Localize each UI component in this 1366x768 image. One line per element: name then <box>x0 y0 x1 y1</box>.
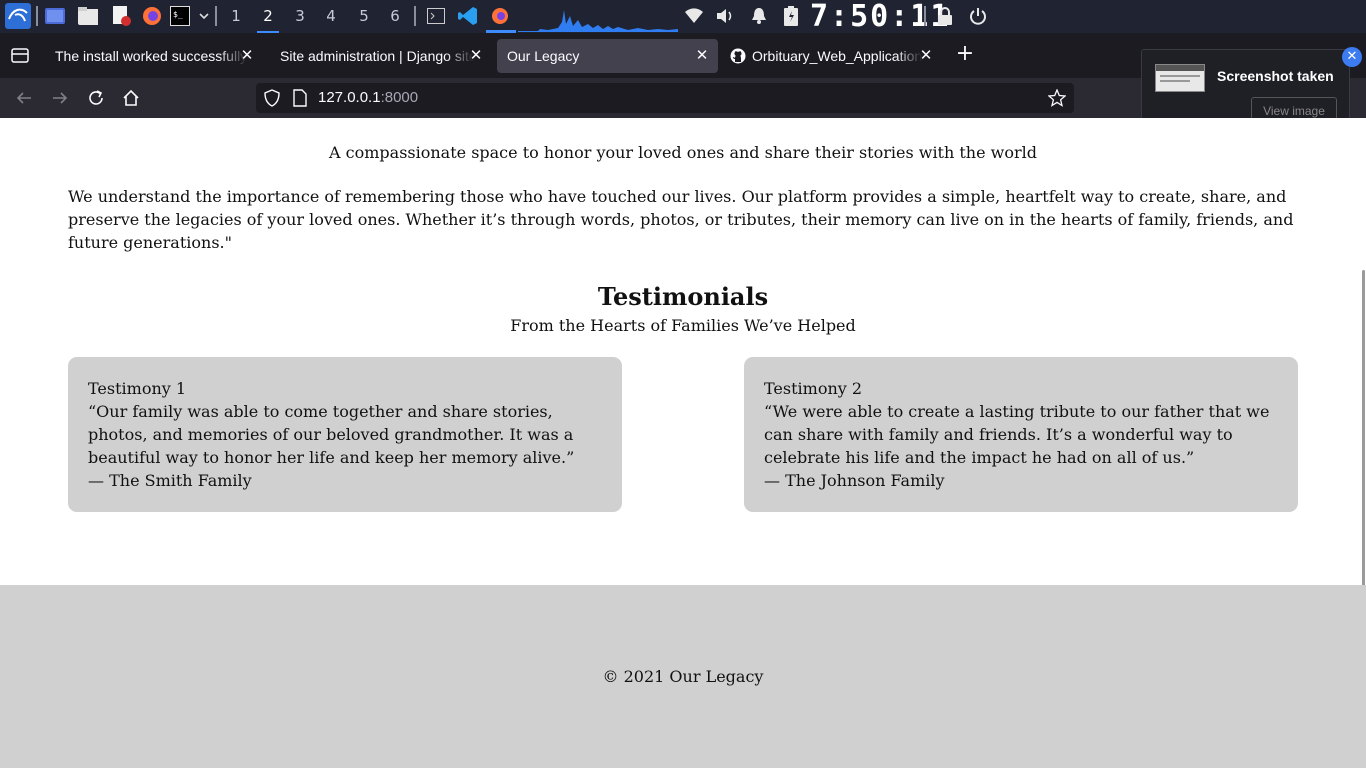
shield-icon[interactable] <box>262 88 282 108</box>
screenshot-thumbnail[interactable] <box>1155 64 1205 92</box>
lock-icon[interactable] <box>935 6 955 26</box>
tab-django-install[interactable]: The install worked successfully! Congrat… <box>45 39 263 73</box>
tab-label: Site administration | Django site admin <box>280 48 474 64</box>
workspace-6[interactable]: 6 <box>384 6 406 28</box>
close-icon[interactable]: ✕ <box>1342 47 1362 67</box>
home-icon[interactable] <box>121 88 141 108</box>
text-editor-icon[interactable] <box>111 6 131 26</box>
workspace-4[interactable]: 4 <box>320 6 342 28</box>
testimonials-heading: Testimonials <box>597 282 769 311</box>
url-text[interactable]: 127.0.0.1:8000 <box>318 89 418 106</box>
back-arrow-icon[interactable] <box>14 88 34 108</box>
url-host: 127.0.0.1 <box>318 89 381 106</box>
testimonial-quote: “Our family was able to come together an… <box>88 402 575 467</box>
workspace-2[interactable]: 2 <box>257 6 279 33</box>
taskbar-separator <box>215 6 217 26</box>
terminal-icon[interactable]: $_ <box>170 6 190 26</box>
page-scrollbar[interactable] <box>1362 270 1365 588</box>
testimonial-author: — The Smith Family <box>88 471 252 490</box>
testimonials-subtitle: From the Hearts of Families We’ve Helped <box>510 316 856 335</box>
github-icon <box>730 48 746 64</box>
close-icon[interactable]: ✕ <box>694 48 710 64</box>
taskbar-separator <box>414 6 416 26</box>
battery-icon <box>781 6 801 26</box>
bookmark-star-icon[interactable] <box>1047 88 1067 108</box>
workspace-1[interactable]: 1 <box>225 6 247 28</box>
terminal-window-icon[interactable] <box>426 6 446 26</box>
vscode-icon[interactable] <box>458 6 478 26</box>
reload-icon[interactable] <box>86 88 106 108</box>
app-launcher-icon[interactable] <box>45 6 65 26</box>
taskbar-separator <box>36 6 38 26</box>
page-footer: © 2021 Our Legacy <box>0 585 1366 768</box>
workspace-5[interactable]: 5 <box>353 6 375 28</box>
tab-django-admin[interactable]: Site administration | Django site admin … <box>270 39 492 73</box>
url-port: :8000 <box>380 89 419 106</box>
testimonial-heading: Testimony 2 <box>764 379 863 398</box>
footer-copyright: © 2021 Our Legacy <box>602 667 764 686</box>
tab-our-legacy[interactable]: Our Legacy ✕ <box>497 39 718 73</box>
tab-github-repo[interactable]: Orbituary_Web_Application ✕ <box>720 39 942 73</box>
tab-label: The install worked successfully! Congrat… <box>55 48 247 64</box>
notification-title: Screenshot taken <box>1217 68 1334 84</box>
wifi-icon[interactable] <box>684 6 704 26</box>
close-icon[interactable]: ✕ <box>918 48 934 64</box>
close-icon[interactable]: ✕ <box>239 48 255 64</box>
testimonial-card: Testimony 1 “Our family was able to come… <box>68 357 622 512</box>
system-taskbar: $_ 1 2 3 4 5 6 7:50:11 <box>0 0 1366 33</box>
page-tagline: A compassionate space to honor your love… <box>329 143 1037 162</box>
close-icon[interactable]: ✕ <box>468 48 484 64</box>
bell-icon[interactable] <box>749 6 769 26</box>
firefox-icon[interactable] <box>142 6 162 26</box>
kali-menu-icon[interactable] <box>5 3 31 29</box>
svg-text:$_: $_ <box>173 10 183 19</box>
volume-icon[interactable] <box>716 6 736 26</box>
file-manager-icon[interactable] <box>78 6 98 26</box>
testimonial-heading: Testimony 1 <box>88 379 187 398</box>
cpu-usage-graph <box>518 10 678 32</box>
chevron-down-icon[interactable] <box>194 6 214 26</box>
testimonial-quote: “We were able to create a lasting tribut… <box>764 402 1270 467</box>
taskbar-separator <box>924 6 926 26</box>
power-icon[interactable] <box>968 6 988 26</box>
new-tab-button[interactable]: + <box>955 43 975 65</box>
system-clock: 7:50:11 <box>810 0 951 34</box>
workspace-3[interactable]: 3 <box>289 6 311 28</box>
tab-label: Orbituary_Web_Application <box>752 48 922 64</box>
web-page-content: A compassionate space to honor your love… <box>0 118 1366 768</box>
forward-arrow-icon[interactable] <box>50 88 70 108</box>
firefox-window-icon[interactable] <box>490 6 510 26</box>
intro-paragraph: We understand the importance of remember… <box>68 187 1294 252</box>
testimonial-card: Testimony 2 “We were able to create a la… <box>744 357 1298 512</box>
tab-list-icon[interactable] <box>10 45 30 65</box>
testimonial-author: — The Johnson Family <box>764 471 945 490</box>
page-info-icon[interactable] <box>290 88 310 108</box>
tab-label: Our Legacy <box>507 48 580 64</box>
